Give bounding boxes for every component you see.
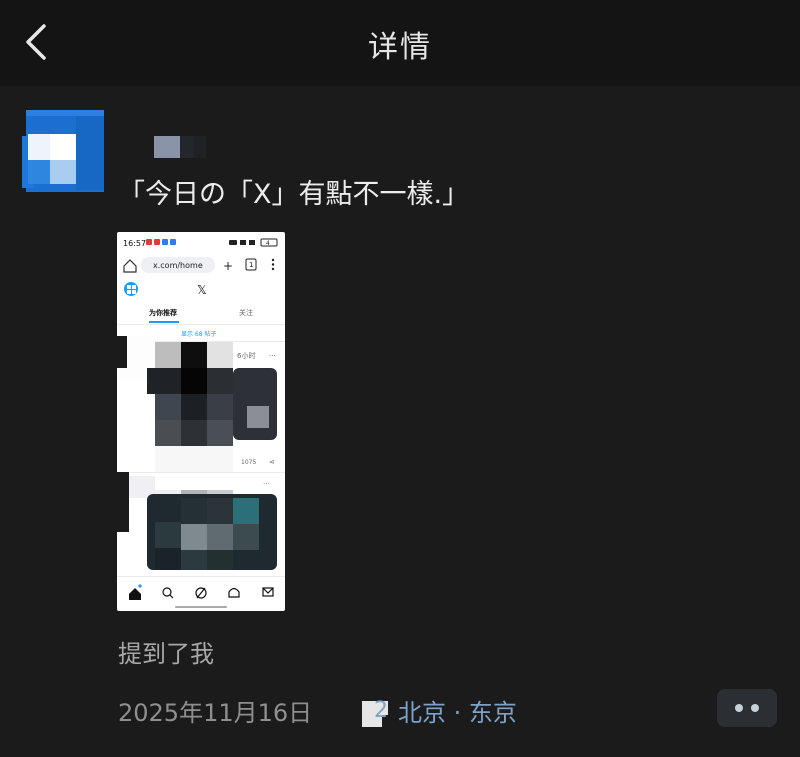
battery-level: 4 [266,240,270,247]
attached-image[interactable]: 16:57 4 x.com/home + 1 𝕏 为你推荐 关注 显示 68 帖… [117,232,285,611]
new-posts-banner: 显示 68 帖子 [181,330,216,338]
location-prefix: 2 [374,698,388,723]
mail-icon [262,587,274,597]
status-time: 16:57 [123,239,146,248]
mention-label: 提到了我 [118,640,214,668]
x-logo: 𝕏 [197,283,207,297]
post-text: 「今日の「X」有點不一樣.」 [118,179,470,210]
top-bar: 详情 [0,0,800,86]
view-count: 1075 [241,459,256,466]
home-icon-browser [123,259,137,273]
search-icon [162,587,174,599]
tab-for-you: 为你推荐 [149,308,177,317]
page-title: 详情 [368,30,432,65]
post-time: 6小时 [237,351,255,360]
username-redacted [134,122,244,162]
tab-count: 1 [249,261,253,269]
location-text[interactable]: 北京 · 东京 [398,693,517,728]
grok-icon [195,587,207,599]
url-text: x.com/home [153,261,203,270]
svg-text:···: ··· [269,352,276,360]
home-icon [129,584,142,600]
more-options-button[interactable] [717,689,777,727]
more-dot-icon [735,704,743,712]
bell-icon [228,587,240,598]
post-date: 2025年11月16日 [118,699,313,727]
svg-text:⋖: ⋖ [269,458,275,466]
avatar[interactable] [22,108,104,194]
svg-text:+: + [223,259,233,273]
svg-text:···: ··· [263,480,270,488]
tab-following: 关注 [239,308,253,317]
location-redacted: 2 [362,698,388,727]
more-dot-icon [751,704,759,712]
